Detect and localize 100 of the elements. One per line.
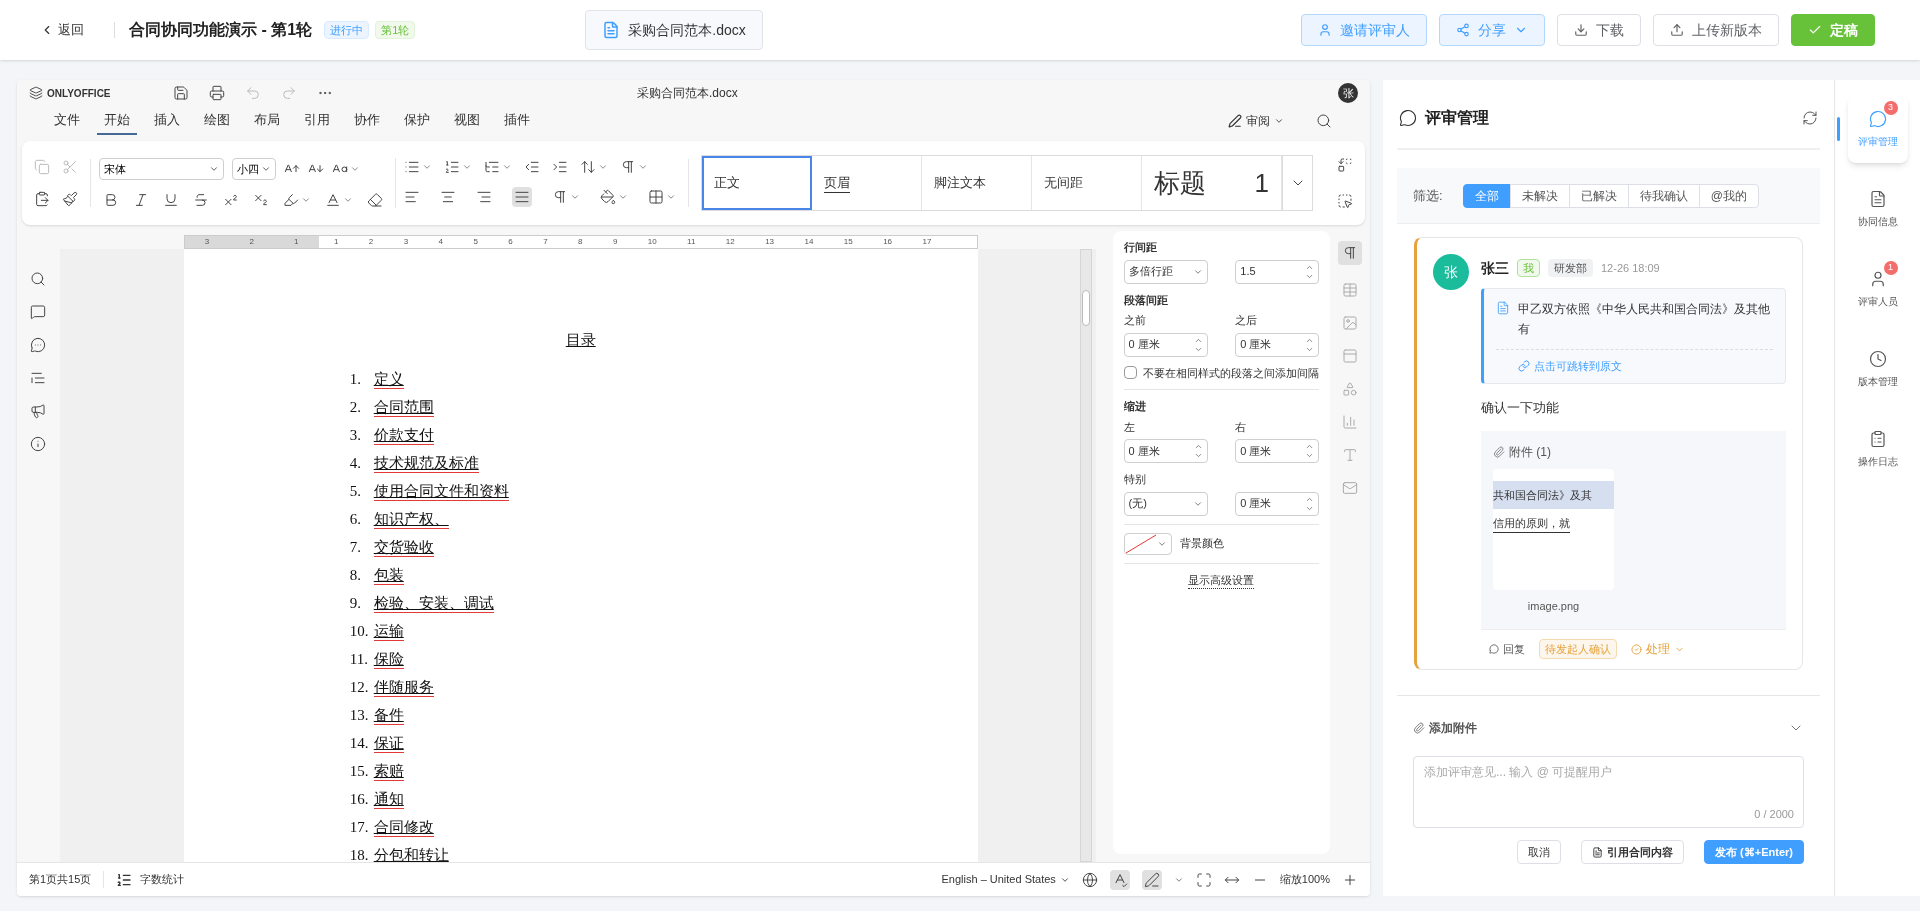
font-color-icon[interactable] <box>325 192 341 208</box>
style-preset[interactable]: 正文 <box>702 156 812 210</box>
indent-left-field[interactable]: 0 厘米 <box>1123 439 1208 463</box>
side-nav-item[interactable]: 版本管理 <box>1847 335 1908 403</box>
menu-tab[interactable]: 布局 <box>247 107 287 135</box>
spacing-before-field[interactable]: 0 厘米 <box>1123 332 1208 357</box>
menu-tab[interactable]: 视图 <box>447 107 487 135</box>
italic-icon[interactable] <box>133 192 149 208</box>
quote-contract-button[interactable]: 引用合同内容 <box>1581 840 1685 864</box>
about-icon[interactable] <box>30 436 47 452</box>
side-nav-item[interactable]: 操作日志 <box>1847 415 1908 483</box>
color-picker[interactable] <box>1123 532 1172 555</box>
caret-icon[interactable] <box>638 162 648 172</box>
line-spacing-icon[interactable] <box>580 159 596 175</box>
indent-decrease-icon[interactable] <box>524 159 540 175</box>
line-spacing-field[interactable]: 1.5 <box>1235 259 1320 284</box>
up-icon[interactable] <box>1193 442 1203 451</box>
file-tab[interactable]: 采购合同范本.docx <box>585 10 763 50</box>
justify-icon[interactable] <box>514 189 530 205</box>
filter-tab[interactable]: 待我确认 <box>1627 183 1700 208</box>
track-changes-icon[interactable] <box>1143 871 1160 888</box>
paste-icon[interactable] <box>34 191 50 207</box>
navigation-icon[interactable] <box>30 370 47 386</box>
word-count-button[interactable]: 字数统计 <box>104 871 185 888</box>
attachment-thumbnail[interactable]: 共和国合同法》及其 信用的原则，就 <box>1493 469 1614 590</box>
menu-tab[interactable]: 插件 <box>497 107 537 135</box>
bullet-list-icon[interactable] <box>404 159 420 175</box>
font-select[interactable]: 宋体 <box>99 158 224 180</box>
special-indent-select[interactable]: (无) <box>1123 491 1208 516</box>
caret-icon[interactable] <box>618 192 628 202</box>
search-icon[interactable] <box>30 271 47 287</box>
fit-page-icon[interactable] <box>1195 871 1212 888</box>
filter-tab[interactable]: 已解决 <box>1568 183 1629 208</box>
style-preset[interactable]: 页眉 <box>812 156 922 210</box>
highlight-icon[interactable] <box>283 192 299 208</box>
down-icon[interactable] <box>1193 451 1203 460</box>
replace-icon[interactable] <box>1337 157 1353 173</box>
underline-icon[interactable] <box>163 192 179 208</box>
caret-icon[interactable] <box>502 162 512 172</box>
caret-icon[interactable] <box>598 162 608 172</box>
align-right-icon[interactable] <box>476 189 492 205</box>
align-left-icon[interactable] <box>404 189 420 205</box>
shading-icon[interactable] <box>600 189 616 205</box>
nonprinting-icon[interactable] <box>552 189 568 205</box>
spacing-after-field[interactable]: 0 厘米 <box>1235 332 1320 357</box>
review-button[interactable]: 审阅 <box>1228 112 1284 130</box>
style-preset[interactable]: 脚注文本 <box>922 156 1032 210</box>
scrollbar[interactable] <box>1079 249 1092 862</box>
caret-icon[interactable] <box>350 164 360 174</box>
advanced-settings-link[interactable]: 显示高级设置 <box>1188 571 1255 589</box>
side-nav-item[interactable]: 协同信息 <box>1847 175 1908 243</box>
upload-button[interactable]: 上传新版本 <box>1653 14 1779 46</box>
menu-tab[interactable]: 文件 <box>47 107 87 135</box>
language-select[interactable]: English – United States <box>941 871 1070 888</box>
special-indent-field[interactable]: 0 厘米 <box>1235 491 1320 516</box>
style-preset[interactable]: 标题 1 <box>1142 156 1282 210</box>
up-icon[interactable] <box>1305 442 1315 451</box>
caret-icon[interactable] <box>570 192 580 202</box>
caret-icon[interactable] <box>666 192 676 202</box>
subscript-icon[interactable] <box>253 192 269 208</box>
back-button[interactable]: 返回 <box>40 20 84 40</box>
format-painter-icon[interactable] <box>62 191 78 207</box>
paragraph-icon[interactable] <box>620 159 636 175</box>
menu-tab[interactable]: 绘图 <box>197 107 237 135</box>
align-center-icon[interactable] <box>440 189 456 205</box>
caret-icon[interactable] <box>301 195 311 205</box>
font-size-select[interactable]: 小四 <box>232 158 276 180</box>
numbered-list-icon[interactable] <box>444 159 460 175</box>
save-icon[interactable] <box>173 85 189 101</box>
filter-tab[interactable]: @我的 <box>1698 183 1759 208</box>
menu-tab[interactable]: 保护 <box>397 107 437 135</box>
indent-increase-icon[interactable] <box>552 159 568 175</box>
caret-icon[interactable] <box>462 162 472 172</box>
borders-icon[interactable] <box>648 189 664 205</box>
comments-icon[interactable] <box>30 304 47 320</box>
bold-icon[interactable] <box>103 192 119 208</box>
superscript-icon[interactable] <box>223 192 239 208</box>
menu-tab[interactable]: 开始 <box>97 107 137 135</box>
filter-tab[interactable]: 未解决 <box>1509 183 1570 208</box>
caret-icon[interactable] <box>343 195 353 205</box>
menu-tab[interactable]: 协作 <box>347 107 387 135</box>
strikethrough-icon[interactable] <box>193 192 209 208</box>
caret-icon[interactable] <box>422 162 432 172</box>
checkbox[interactable] <box>1123 365 1137 379</box>
style-preset[interactable]: 无间距 <box>1032 156 1142 210</box>
menu-tab[interactable]: 插入 <box>147 107 187 135</box>
multilevel-list-icon[interactable] <box>484 159 500 175</box>
refresh-icon[interactable] <box>1802 110 1818 126</box>
indent-right-field[interactable]: 0 厘米 <box>1235 439 1320 463</box>
print-icon[interactable] <box>209 85 225 101</box>
select-icon[interactable] <box>1337 193 1353 209</box>
line-spacing-select[interactable]: 多倍行距 <box>1123 259 1208 284</box>
down-icon[interactable] <box>1305 451 1315 460</box>
reply-button[interactable]: 回复 <box>1481 640 1525 658</box>
search-icon[interactable] <box>1316 113 1332 129</box>
cancel-button[interactable]: 取消 <box>1517 840 1562 864</box>
download-button[interactable]: 下载 <box>1557 14 1641 46</box>
feedback-icon[interactable] <box>30 403 47 419</box>
clear-format-icon[interactable] <box>367 192 383 208</box>
globe-icon[interactable] <box>1081 871 1098 888</box>
